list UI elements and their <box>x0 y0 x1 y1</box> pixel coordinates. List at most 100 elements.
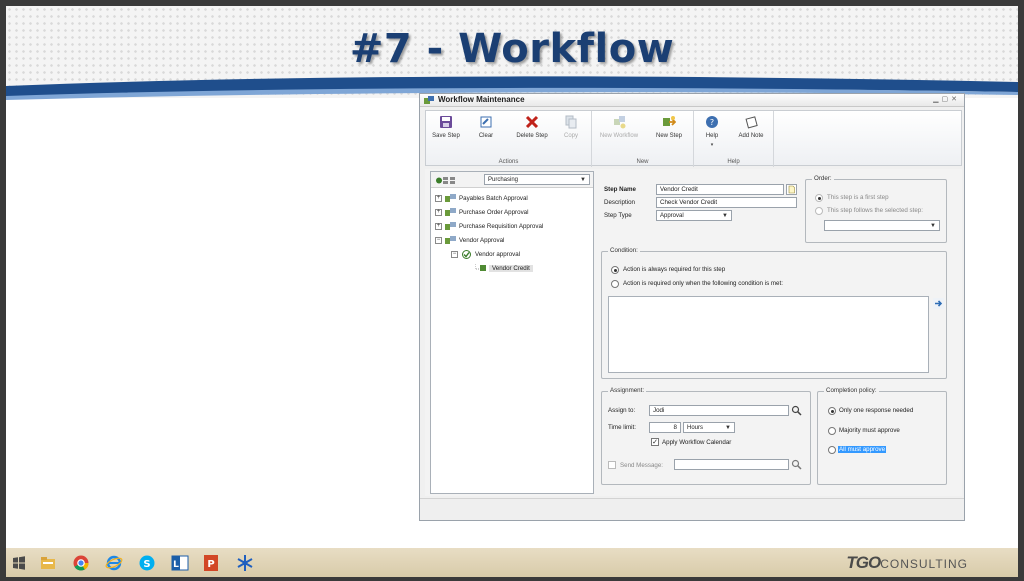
new-step-icon <box>663 116 676 126</box>
taskbar: S L P TGOCONSULTING <box>6 548 1018 577</box>
note-icon <box>745 116 758 129</box>
lync-icon[interactable]: L <box>171 554 189 572</box>
powerpoint-icon[interactable]: P <box>202 554 220 572</box>
copy-icon <box>565 115 577 129</box>
presentation-frame: #7 - Workflow Workflow Maintenance ▁▢✕ S… <box>0 0 1024 581</box>
step-name-input[interactable]: Vendor Credit <box>656 184 784 195</box>
ribbon-group-label-new: New <box>636 159 649 165</box>
order-first-radio[interactable] <box>815 194 823 202</box>
tree-item-vendor-approval-step[interactable]: − Vendor approval <box>451 250 520 261</box>
copy-button[interactable]: Copy <box>558 115 584 139</box>
workflow-body: Purchasing ▼ + Payables Batch Approval + P… <box>425 169 962 496</box>
collapse-icon[interactable]: − <box>435 237 442 244</box>
clear-button[interactable]: Clear <box>476 115 496 139</box>
note-icon[interactable] <box>786 184 797 195</box>
completion-one-label: Only one response needed <box>839 407 914 414</box>
completion-majority-label: Majority must approve <box>839 427 900 434</box>
expand-icon[interactable]: + <box>435 209 442 216</box>
completion-policy-group: Completion policy: Only one response nee… <box>817 387 947 485</box>
ribbon-group-label-help: Help <box>727 159 740 165</box>
description-input[interactable]: Check Vendor Credit <box>656 197 797 208</box>
window-controls[interactable]: ▁▢✕ <box>933 95 960 103</box>
add-note-button[interactable]: Add Note <box>734 115 768 139</box>
svg-text:?: ? <box>710 118 714 127</box>
order-follows-radio[interactable] <box>815 207 823 215</box>
tree-item-vendor-approval[interactable]: − Vendor Approval <box>435 236 504 247</box>
svg-text:L: L <box>173 560 179 570</box>
windows-start-icon[interactable] <box>10 554 28 572</box>
help-icon: ? <box>706 116 718 128</box>
description-label: Description <box>604 199 635 206</box>
ribbon-group-new: New Workflow New Step New <box>592 111 694 167</box>
tree-item-purchase-requisition-approval[interactable]: + Purchase Requisition Approval <box>435 222 543 233</box>
assign-to-input[interactable]: Jodi <box>649 405 789 416</box>
selected-tree-label: Vendor Credit <box>489 265 533 273</box>
condition-expression-input[interactable] <box>608 296 929 373</box>
delete-icon <box>525 115 539 129</box>
arrow-right-icon[interactable] <box>933 298 944 309</box>
apply-calendar-checkbox[interactable]: ✓ <box>651 438 659 446</box>
workflow-tree: Purchasing ▼ + Payables Batch Approval + P… <box>430 171 594 494</box>
search-icon[interactable] <box>791 459 802 470</box>
completion-majority-radio[interactable] <box>828 427 836 435</box>
step-type-select[interactable]: Approval ▼ <box>656 210 732 221</box>
condition-always-radio[interactable] <box>611 266 619 274</box>
condition-conditional-radio[interactable] <box>611 280 619 288</box>
expand-icon[interactable]: + <box>435 195 442 202</box>
new-step-button[interactable]: New Step <box>652 115 686 139</box>
help-button[interactable]: ? Help ▾ <box>700 115 724 148</box>
completion-one-radio[interactable] <box>828 407 836 415</box>
send-message-input[interactable] <box>674 459 789 470</box>
order-first-label: This step is a first step <box>827 194 889 201</box>
tree-toolbar: Purchasing ▼ <box>431 172 593 188</box>
save-step-button[interactable]: Save Step <box>432 115 460 139</box>
window-title: Workflow Maintenance <box>438 95 525 104</box>
search-icon[interactable] <box>791 405 802 416</box>
tgo-consulting-logo: TGOCONSULTING <box>846 553 968 572</box>
svg-text:S: S <box>143 559 150 570</box>
time-unit-select[interactable]: Hours ▼ <box>683 422 735 433</box>
step-icon <box>475 264 486 271</box>
completion-policy-legend: Completion policy: <box>824 387 879 394</box>
slide-title: #7 - Workflow <box>349 26 675 72</box>
workflow-node-icon <box>445 208 456 216</box>
new-workflow-button[interactable]: New Workflow <box>596 115 642 139</box>
internet-explorer-icon[interactable] <box>105 554 123 572</box>
order-legend: Order: <box>812 175 834 182</box>
workflow-node-icon <box>445 222 456 230</box>
time-limit-input[interactable]: 8 <box>649 422 681 433</box>
snowflake-app-icon[interactable] <box>236 554 254 572</box>
condition-group: Condition: Action is always required for… <box>601 247 947 379</box>
chevron-down-icon: ▼ <box>930 223 936 229</box>
skype-icon[interactable]: S <box>138 554 156 572</box>
step-name-label: Step Name <box>604 186 636 193</box>
help-dropdown-arrow[interactable]: ▾ <box>700 142 724 148</box>
order-previous-step-select[interactable]: ▼ <box>824 220 940 231</box>
file-explorer-icon[interactable] <box>39 554 57 572</box>
condition-always-label: Action is always required for this step <box>623 266 726 273</box>
tree-item-payables-batch-approval[interactable]: + Payables Batch Approval <box>435 194 528 205</box>
delete-step-button[interactable]: Delete Step <box>512 115 552 139</box>
expand-collapse-icon[interactable] <box>436 176 456 185</box>
assignment-legend: Assignment: <box>608 387 647 394</box>
tree-item-vendor-credit[interactable]: Vendor Credit <box>475 264 533 275</box>
chevron-down-icon: ▼ <box>725 425 731 431</box>
new-workflow-icon <box>614 116 626 129</box>
chrome-icon[interactable] <box>72 554 90 572</box>
check-icon <box>462 250 471 259</box>
workflow-type-select[interactable]: Purchasing ▼ <box>484 174 590 185</box>
condition-conditional-label: Action is required only when the followi… <box>623 280 783 287</box>
completion-all-label: All must approve <box>838 446 887 453</box>
clear-icon <box>480 116 492 128</box>
completion-all-radio[interactable] <box>828 446 836 454</box>
collapse-icon[interactable]: − <box>451 251 458 258</box>
chevron-down-icon: ▼ <box>580 177 586 183</box>
save-icon <box>440 116 452 128</box>
window-titlebar: Workflow Maintenance ▁▢✕ <box>420 94 964 107</box>
workflow-node-icon <box>445 194 456 202</box>
chevron-down-icon: ▼ <box>722 213 728 219</box>
send-message-checkbox[interactable] <box>608 461 616 469</box>
tree-item-purchase-order-approval[interactable]: + Purchase Order Approval <box>435 208 528 219</box>
send-message-label: Send Message: <box>620 462 663 469</box>
expand-icon[interactable]: + <box>435 223 442 230</box>
